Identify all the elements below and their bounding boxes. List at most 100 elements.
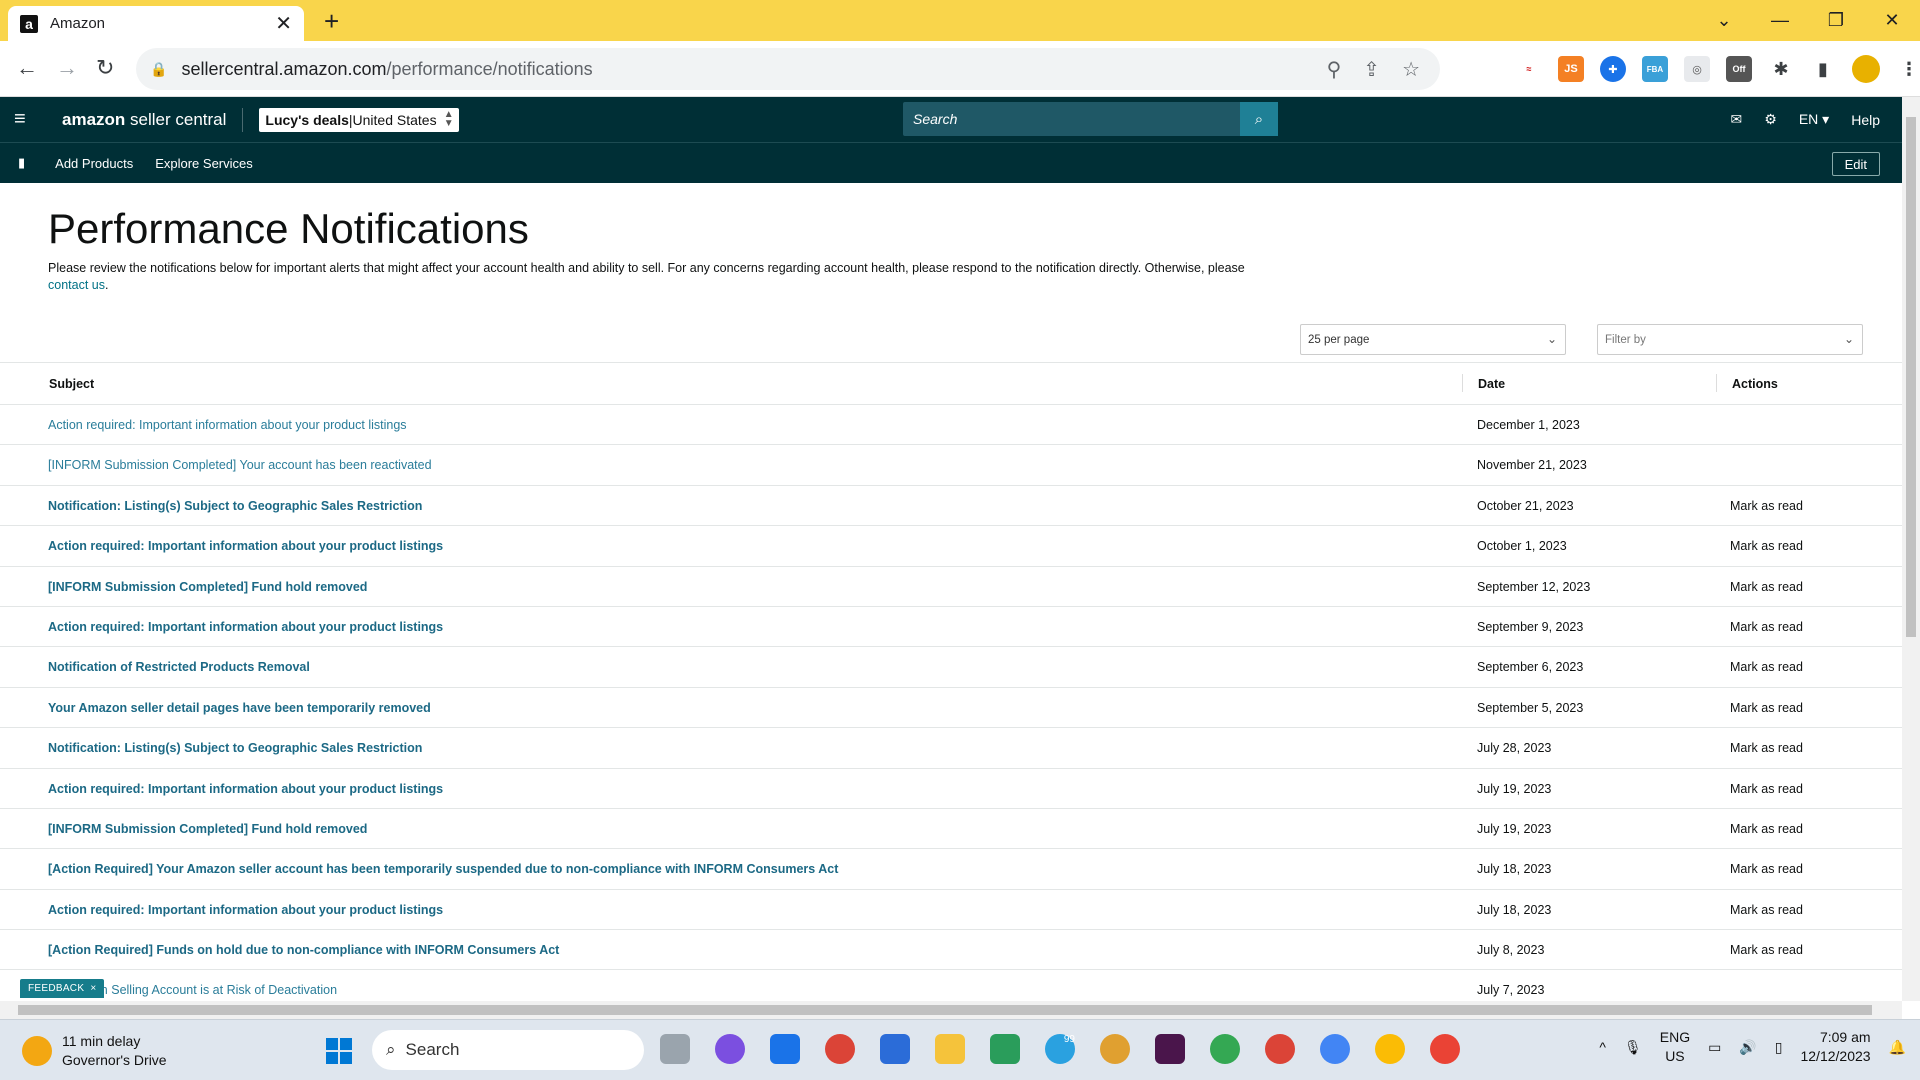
gear-icon[interactable]: ⚙ xyxy=(1764,111,1777,128)
notification-subject-link[interactable]: Your Amazon seller detail pages have bee… xyxy=(48,701,431,715)
clock[interactable]: 7:09 am 12/12/2023 xyxy=(1800,1028,1870,1066)
mark-as-read-link[interactable]: Mark as read xyxy=(1730,822,1803,836)
notification-subject-link[interactable]: [INFORM Submission Completed] Fund hold … xyxy=(48,822,367,836)
reload-icon[interactable]: ↻ xyxy=(96,55,114,81)
notification-subject-link[interactable]: Action required: Important information a… xyxy=(48,782,443,796)
vertical-scrollbar[interactable] xyxy=(1902,97,1920,1001)
extension-icon[interactable]: ≈ xyxy=(1516,56,1542,82)
edit-button[interactable]: Edit xyxy=(1831,152,1880,176)
share-icon[interactable]: ⇪ xyxy=(1363,57,1380,82)
notification-subject-link[interactable]: [INFORM Submission Completed] Fund hold … xyxy=(48,580,367,594)
chrome-profile-icon[interactable] xyxy=(1320,1034,1350,1064)
notification-subject-link[interactable]: [Action Required] Funds on hold due to n… xyxy=(48,943,559,957)
mark-as-read-link[interactable]: Mark as read xyxy=(1730,943,1803,957)
mark-as-read-link[interactable]: Mark as read xyxy=(1730,620,1803,634)
meet-icon[interactable] xyxy=(990,1034,1020,1064)
volume-icon[interactable]: 🔊 xyxy=(1739,1039,1756,1056)
notification-subject-link[interactable]: Notification of Restricted Products Remo… xyxy=(48,660,310,674)
mark-as-read-link[interactable]: Mark as read xyxy=(1730,701,1803,715)
mark-as-read-link[interactable]: Mark as read xyxy=(1730,580,1803,594)
extension-icon[interactable]: ◎ xyxy=(1684,56,1710,82)
chrome-profile-icon[interactable] xyxy=(1375,1034,1405,1064)
js-extension-icon[interactable]: JS xyxy=(1558,56,1584,82)
seller-central-logo[interactable]: amazon seller central xyxy=(62,110,226,130)
store-selector[interactable]: Lucy's deals | United States ▲ ▼ xyxy=(259,107,459,132)
mark-as-read-link[interactable]: Mark as read xyxy=(1730,539,1803,553)
side-panel-icon[interactable]: ▮ xyxy=(1810,56,1836,82)
browser-tab[interactable]: a Amazon ✕ xyxy=(8,6,304,41)
address-bar[interactable]: 🔒 sellercentral.amazon.com /performance/… xyxy=(136,48,1440,90)
language-selector[interactable]: EN ▾ xyxy=(1799,111,1829,128)
horizontal-scrollbar[interactable] xyxy=(0,1001,1902,1019)
notification-subject-link[interactable]: Action required: Important information a… xyxy=(48,620,443,634)
explore-services-link[interactable]: Explore Services xyxy=(155,156,253,171)
traffic-widget[interactable]: 11 min delay Governor's Drive xyxy=(22,1032,167,1070)
hamburger-menu-icon[interactable]: ≡ xyxy=(14,108,34,131)
minimize-button[interactable]: — xyxy=(1752,0,1808,41)
close-window-button[interactable]: ✕ xyxy=(1864,0,1920,41)
mark-as-read-link[interactable]: Mark as read xyxy=(1730,862,1803,876)
windows-start-icon[interactable] xyxy=(326,1038,352,1064)
extension-icon[interactable]: ✚ xyxy=(1600,56,1626,82)
bookmark-icon[interactable]: ▮ xyxy=(18,155,25,171)
feedback-close-icon[interactable]: × xyxy=(90,983,96,994)
column-header-subject[interactable]: Subject xyxy=(49,377,94,391)
task-view-icon[interactable] xyxy=(660,1034,690,1064)
back-icon[interactable]: ← xyxy=(16,55,38,81)
chrome-profile-icon[interactable] xyxy=(1100,1034,1130,1064)
notification-subject-link[interactable]: Notification: Listing(s) Subject to Geog… xyxy=(48,499,422,513)
messenger-icon[interactable] xyxy=(715,1034,745,1064)
notification-subject-link[interactable]: Action required: Important information a… xyxy=(48,539,443,553)
zoom-icon[interactable]: ⚲ xyxy=(1327,57,1342,82)
mark-as-read-link[interactable]: Mark as read xyxy=(1730,741,1803,755)
chrome-profile-icon[interactable] xyxy=(1265,1034,1295,1064)
mail-icon[interactable]: ✉ xyxy=(1731,111,1743,128)
slack-icon[interactable] xyxy=(1155,1034,1185,1064)
restore-button[interactable]: ❐ xyxy=(1808,0,1864,41)
lock-icon[interactable]: 🔒 xyxy=(150,61,167,78)
feedback-button[interactable]: FEEDBACK × xyxy=(20,979,105,998)
mark-as-read-link[interactable]: Mark as read xyxy=(1730,903,1803,917)
notification-subject-link[interactable]: Action required: Important information a… xyxy=(48,418,407,432)
microphone-icon[interactable]: 🎙 xyxy=(1624,1039,1642,1056)
notification-bell-icon[interactable]: 🔔 xyxy=(1889,1039,1906,1056)
mark-as-read-link[interactable]: Mark as read xyxy=(1730,499,1803,513)
filter-select[interactable]: Filter by ⌄ xyxy=(1597,324,1863,355)
chrome-icon[interactable] xyxy=(825,1034,855,1064)
mark-as-read-link[interactable]: Mark as read xyxy=(1730,660,1803,674)
chrome-profile-icon[interactable] xyxy=(1210,1034,1240,1064)
add-products-link[interactable]: Add Products xyxy=(55,156,133,171)
tab-search-icon[interactable]: ⌄ xyxy=(1696,0,1752,41)
scroll-thumb[interactable] xyxy=(1906,117,1916,637)
chevron-up-icon[interactable]: ^ xyxy=(1599,1039,1606,1055)
taskbar-search[interactable]: ⌕ Search xyxy=(372,1030,644,1070)
file-explorer-icon[interactable] xyxy=(935,1034,965,1064)
forward-icon[interactable]: → xyxy=(56,55,78,81)
chrome-profile-icon[interactable] xyxy=(1430,1034,1460,1064)
telegram-icon[interactable]: 99 xyxy=(1045,1034,1075,1064)
network-icon[interactable]: ▭ xyxy=(1708,1039,1721,1056)
language-indicator[interactable]: ENG US xyxy=(1660,1028,1690,1066)
new-tab-button[interactable]: + xyxy=(324,6,339,37)
header-search-input[interactable]: Search xyxy=(903,102,1278,136)
battery-icon[interactable]: ▯ xyxy=(1775,1039,1783,1056)
notepad-icon[interactable] xyxy=(880,1034,910,1064)
mark-as-read-link[interactable]: Mark as read xyxy=(1730,782,1803,796)
extension-off-icon[interactable]: Off xyxy=(1726,56,1752,82)
puzzle-icon[interactable]: ✱ xyxy=(1768,56,1794,82)
bookmark-star-icon[interactable]: ☆ xyxy=(1402,57,1420,82)
notification-subject-link[interactable]: [Action Required] Your Amazon seller acc… xyxy=(48,862,838,876)
profile-avatar[interactable] xyxy=(1852,55,1880,83)
fba-extension-icon[interactable]: FBA xyxy=(1642,56,1668,82)
column-header-date[interactable]: Date xyxy=(1478,377,1505,391)
notification-subject-link[interactable]: Notification: Listing(s) Subject to Geog… xyxy=(48,741,422,755)
menu-dots-icon[interactable]: ⋮ xyxy=(1896,56,1920,82)
scroll-thumb[interactable] xyxy=(18,1005,1872,1015)
tab-close-icon[interactable]: ✕ xyxy=(275,11,292,36)
notification-subject-link[interactable]: [INFORM Submission Completed] Your accou… xyxy=(48,458,432,472)
contact-us-link[interactable]: contact us xyxy=(48,278,105,292)
notification-subject-link[interactable]: Action required: Important information a… xyxy=(48,903,443,917)
help-link[interactable]: Help xyxy=(1851,112,1880,128)
per-page-select[interactable]: 25 per page ⌄ xyxy=(1300,324,1566,355)
search-icon[interactable]: ⌕ xyxy=(1240,102,1278,136)
